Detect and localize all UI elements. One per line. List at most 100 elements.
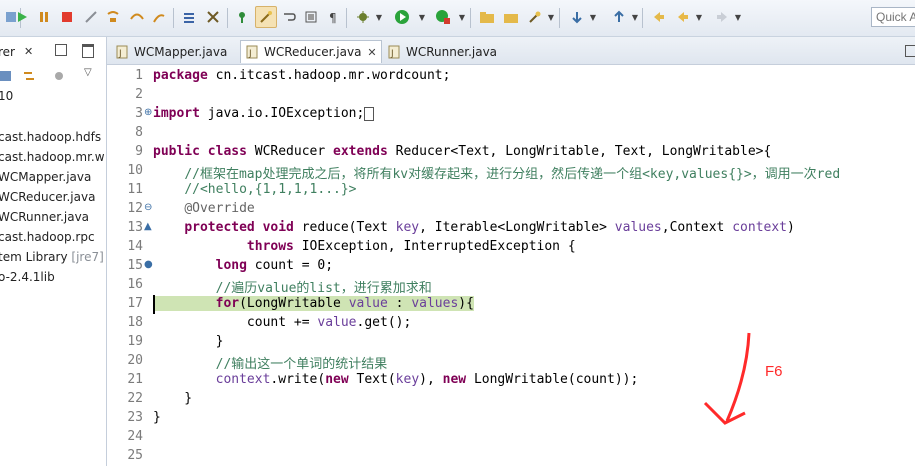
code-line[interactable]: 23} (107, 409, 915, 428)
mark-occurrences-icon[interactable] (255, 6, 277, 28)
step-return-icon[interactable] (150, 8, 168, 26)
code-line[interactable]: 10 //框架在map处理完成之后，将所有kv对缓存起来，进行分组，然后传递一个… (107, 162, 915, 182)
chevron-down-icon[interactable]: ▽ (84, 67, 92, 78)
code-line[interactable]: 20 //输出这一个单词的统计结果 (107, 352, 915, 372)
java-file-icon: J (387, 45, 401, 59)
code-text: count += value.get(); (153, 315, 412, 330)
forward-icon[interactable] (713, 8, 731, 26)
use-step-filters-icon[interactable] (204, 8, 222, 26)
step-over-icon[interactable] (128, 8, 146, 26)
step-into-icon[interactable] (104, 8, 122, 26)
chevron-down-icon[interactable]: ▼ (631, 8, 639, 26)
code-text: @Override (184, 201, 255, 216)
line-number: 20 (127, 353, 143, 368)
gutter-marker-icon[interactable]: ● (144, 259, 153, 270)
code-text: throws IOException, InterruptedException… (246, 239, 576, 254)
editor-tab-bar: J WCMapper.java J WCReducer.java ✕ J WCR… (107, 37, 915, 65)
tree-item[interactable]: cast.hadoop.rpc (0, 230, 95, 244)
last-edit-icon[interactable] (650, 8, 668, 26)
show-whitespace-icon[interactable] (302, 8, 320, 26)
line-number: 24 (127, 429, 143, 444)
disconnect-icon[interactable] (82, 8, 100, 26)
quick-access-input[interactable] (871, 7, 915, 27)
collapse-all-icon[interactable] (0, 69, 12, 86)
tree-item[interactable]: tem Library [jre7] (0, 250, 104, 264)
open-folder-icon[interactable] (502, 8, 520, 26)
code-line[interactable]: 16 //遍历value的list，进行累加求和 (107, 276, 915, 296)
maximize-icon[interactable] (82, 44, 94, 58)
code-line[interactable]: 14 throws IOException, InterruptedExcept… (107, 238, 915, 257)
debug-icon[interactable] (354, 8, 372, 26)
code-editor[interactable]: 1 package cn.itcast.hadoop.mr.wordcount; 2… (107, 65, 915, 466)
tab-wcrunner[interactable]: J WCRunner.java (383, 40, 507, 63)
close-icon[interactable]: ✕ (367, 46, 376, 59)
chevron-down-icon[interactable]: ▼ (547, 8, 555, 26)
chevron-down-icon[interactable]: ▼ (589, 8, 597, 26)
code-line[interactable]: 17 for(LongWritable value : values){ (107, 295, 915, 314)
drop-to-frame-icon[interactable] (180, 8, 198, 26)
tab-wcreducer[interactable]: J WCReducer.java ✕ (240, 40, 382, 63)
prev-annotation-icon[interactable] (610, 8, 628, 26)
toolbar-separator (559, 8, 560, 28)
code-line[interactable]: 13 ▲ protected void reduce(Text key, Iter… (107, 219, 915, 238)
chevron-down-icon[interactable]: ▼ (734, 8, 742, 26)
gutter-marker-icon[interactable]: ▲ (144, 221, 152, 232)
open-console-icon[interactable] (233, 8, 251, 26)
line-number: 1 (135, 68, 143, 83)
code-line[interactable]: 8 (107, 124, 915, 143)
new-package-icon[interactable] (478, 8, 496, 26)
close-icon[interactable]: ✕ (24, 45, 33, 58)
tree-item[interactable]: WCReducer.java (0, 190, 95, 204)
resume-icon[interactable] (13, 8, 31, 26)
code-text: package cn.itcast.hadoop.mr.wordcount; (153, 68, 451, 83)
tree-item[interactable]: WCMapper.java (0, 170, 91, 184)
view-menu-icon[interactable] (52, 69, 66, 86)
code-text: long count = 0; (215, 258, 334, 273)
tree-item[interactable]: WCRunner.java (0, 210, 89, 224)
line-number: 10 (127, 163, 143, 178)
next-annotation-icon[interactable] (568, 8, 586, 26)
link-with-editor-icon[interactable] (22, 69, 36, 86)
show-block-icon[interactable]: ¶ (324, 8, 342, 26)
minimize-icon[interactable] (905, 45, 915, 57)
code-line[interactable]: 2 (107, 86, 915, 105)
tab-wcmapper[interactable]: J WCMapper.java (111, 40, 239, 63)
line-number: 21 (127, 372, 143, 387)
code-line[interactable]: 24 (107, 428, 915, 447)
code-line[interactable]: 9 public class WCReducer extends Reducer<… (107, 143, 915, 162)
chevron-down-icon[interactable]: ▼ (418, 8, 426, 26)
suspend-icon[interactable] (35, 8, 53, 26)
line-number: 22 (127, 391, 143, 406)
code-line[interactable]: 1 package cn.itcast.hadoop.mr.wordcount; (107, 67, 915, 86)
tree-item[interactable]: cast.hadoop.mr.w (0, 150, 105, 164)
search-icon[interactable] (526, 8, 544, 26)
chevron-down-icon[interactable]: ▼ (695, 8, 703, 26)
gutter-marker-icon[interactable]: ⊖ (144, 202, 152, 213)
code-line[interactable]: 22 } (107, 390, 915, 409)
tree-item[interactable]: 10 (0, 89, 13, 103)
back-icon[interactable] (674, 8, 692, 26)
code-line[interactable]: 12 ⊖ @Override (107, 200, 915, 219)
tree-item[interactable]: cast.hadoop.hdfs (0, 130, 101, 144)
code-line[interactable]: 21 context.write(new Text(key), new Long… (107, 371, 915, 390)
package-explorer-tab[interactable]: rer ✕ (0, 41, 104, 63)
chevron-down-icon[interactable]: ▼ (458, 8, 466, 26)
debug-current-line-marker (153, 295, 155, 314)
code-line[interactable]: 25 (107, 447, 915, 466)
code-line[interactable]: 15 ● long count = 0; (107, 257, 915, 276)
coverage-icon[interactable] (434, 8, 452, 26)
tree-item[interactable]: o-2.4.1lib (0, 270, 55, 284)
terminate-icon[interactable] (58, 8, 76, 26)
toggle-word-wrap-icon[interactable] (280, 8, 298, 26)
chevron-down-icon[interactable]: ▼ (375, 8, 383, 26)
gutter-marker-icon[interactable]: ⊕ (144, 107, 152, 118)
svg-text:J: J (248, 49, 252, 59)
run-icon[interactable] (393, 8, 411, 26)
code-line[interactable]: 19 } (107, 333, 915, 352)
code-text: //遍历value的list，进行累加求和 (215, 281, 432, 296)
code-line[interactable]: 18 count += value.get(); (107, 314, 915, 333)
minimize-icon[interactable] (55, 44, 67, 56)
code-line[interactable]: 11 //<hello,{1,1,1,1...}> (107, 181, 915, 200)
code-line[interactable]: 3 ⊕ import java.io.IOException; (107, 105, 915, 124)
code-text: public class WCReducer extends Reducer<T… (153, 144, 772, 159)
